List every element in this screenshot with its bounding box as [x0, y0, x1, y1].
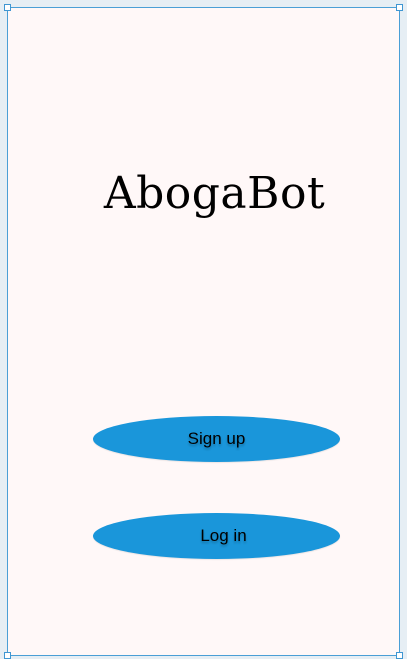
resize-handle-bottom-right[interactable] — [396, 652, 403, 659]
sign-up-label: Sign up — [187, 429, 246, 448]
app-title: AbogaBot — [103, 168, 326, 219]
resize-handle-bottom-left[interactable] — [4, 652, 11, 659]
sign-up-button[interactable]: Sign up — [93, 416, 340, 462]
resize-handle-top-right[interactable] — [396, 4, 403, 11]
resize-handle-top-left[interactable] — [4, 4, 11, 11]
design-canvas: AbogaBot Sign up Log in — [0, 0, 407, 659]
log-in-button[interactable]: Log in — [93, 513, 340, 559]
log-in-label: Log in — [200, 526, 247, 545]
